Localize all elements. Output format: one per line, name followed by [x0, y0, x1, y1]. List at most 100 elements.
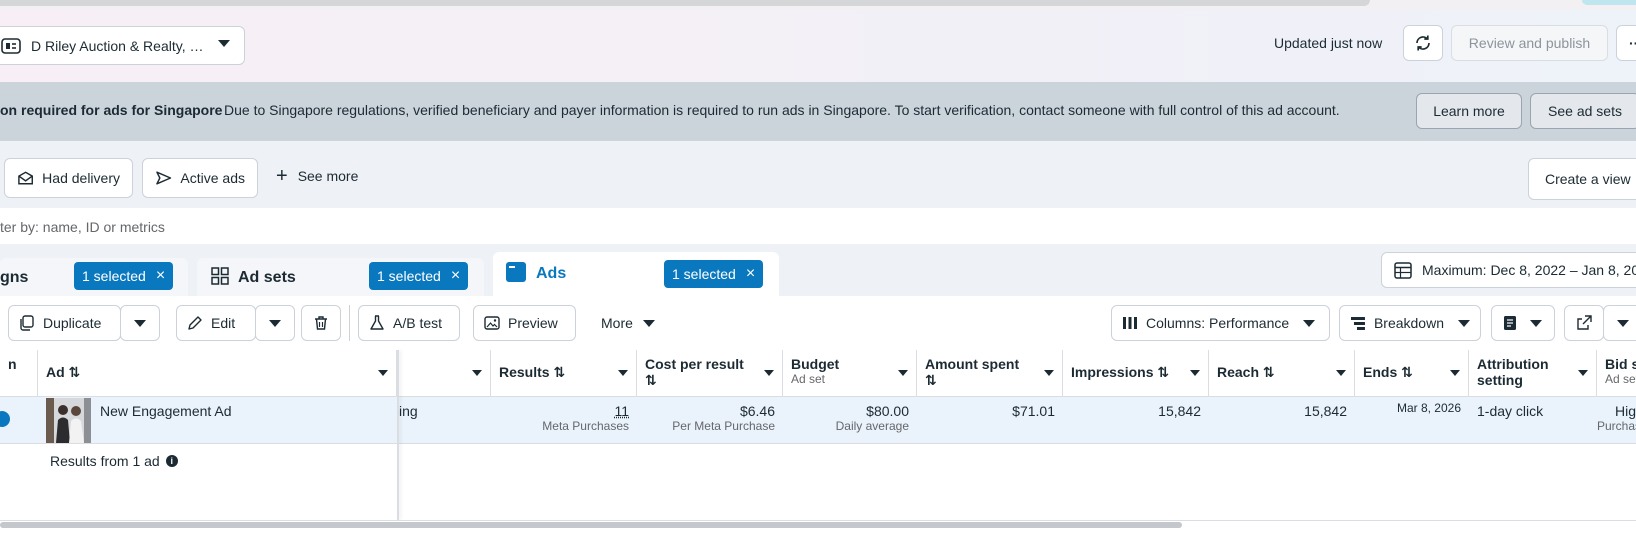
active-ads-chip[interactable]: Active ads [142, 158, 258, 198]
duplicate-label: Duplicate [43, 315, 102, 331]
duplicate-button[interactable]: Duplicate [8, 305, 121, 341]
search-input[interactable]: ter by: name, ID or metrics [0, 208, 1636, 244]
col-header-cost-per-result[interactable]: Cost per result ⇅ [637, 350, 783, 397]
delete-button[interactable] [301, 305, 341, 341]
export-dropdown[interactable] [1603, 305, 1636, 341]
header-label: Ends ⇅ [1363, 364, 1413, 380]
col-header-attribution[interactable]: Attribution setting [1469, 350, 1597, 397]
tab-campaigns[interactable]: gns 1 selected × [0, 258, 188, 296]
selected-badge[interactable]: 1 selected × [369, 262, 469, 290]
banner-message: Due to Singapore regulations, verified b… [224, 102, 1340, 118]
header-label: Ad ⇅ [46, 364, 81, 380]
ab-test-button[interactable]: A/B test [358, 305, 460, 341]
image-icon [484, 316, 500, 330]
chevron-down-icon [269, 319, 281, 327]
account-icon [1, 37, 21, 54]
preview-label: Preview [508, 315, 558, 331]
chevron-down-icon[interactable] [1450, 370, 1460, 376]
update-status: Updated just now [1274, 35, 1383, 51]
preview-button[interactable]: Preview [473, 305, 576, 341]
pencil-icon [188, 316, 202, 330]
col-header-impressions[interactable]: Impressions ⇅ [1063, 350, 1209, 397]
close-icon[interactable]: × [451, 267, 460, 285]
more-actions-button[interactable]: More [601, 315, 655, 331]
send-icon [156, 171, 172, 185]
date-range-label: Maximum: Dec 8, 2022 – Jan 8, 20 [1422, 262, 1636, 278]
more-options-button[interactable]: ··· [1616, 25, 1636, 61]
see-more-label: See more [297, 168, 359, 184]
col-header-budget[interactable]: Budget Ad set [783, 350, 917, 397]
col-header-ends[interactable]: Ends ⇅ [1355, 350, 1469, 397]
account-selector[interactable]: D Riley Auction & Realty, … [0, 26, 245, 65]
breakdown-dropdown[interactable]: Breakdown [1339, 305, 1481, 341]
header-label: Bid st [1605, 356, 1636, 372]
trash-icon [315, 316, 327, 330]
breakdown-icon [1350, 317, 1365, 330]
results-value[interactable]: 11 [491, 403, 629, 419]
col-header-amount-spent[interactable]: Amount spent ⇅ [917, 350, 1063, 397]
banner-title: on required for ads for Singapore [0, 102, 223, 118]
results-cell: 11 Meta Purchases [491, 403, 629, 433]
horizontal-scrollbar[interactable] [0, 522, 1182, 528]
col-header-results[interactable]: Results ⇅ [491, 350, 637, 397]
bid-value: Hig [1615, 403, 1636, 419]
header-label: Cost per result [645, 356, 744, 372]
header-label: Attribution [1477, 356, 1549, 372]
tab-ad-sets[interactable]: Ad sets 1 selected × [197, 258, 484, 296]
delivery-status: ing [399, 403, 418, 419]
tab-ads[interactable]: Ads 1 selected × [493, 252, 779, 296]
col-header-delivery[interactable] [399, 350, 491, 397]
ad-icon [506, 262, 526, 282]
export-button[interactable] [1564, 305, 1604, 341]
bid-sub: Purchas [1597, 419, 1636, 433]
top-pill [1582, 0, 1636, 5]
edit-button[interactable]: Edit [176, 305, 256, 341]
see-ad-sets-button[interactable]: See ad sets [1530, 93, 1636, 129]
table-bottom-border [0, 520, 1636, 521]
chevron-down-icon[interactable] [1578, 370, 1588, 376]
create-view-button[interactable]: Create a view [1528, 158, 1636, 200]
chevron-down-icon[interactable] [1336, 370, 1346, 376]
chevron-down-icon[interactable] [1190, 370, 1200, 376]
col-header-ad[interactable]: Ad ⇅ [38, 350, 397, 397]
see-more-button[interactable]: + See more [276, 166, 359, 186]
chevron-down-icon[interactable] [898, 370, 908, 376]
edit-dropdown[interactable] [255, 305, 295, 341]
ad-thumbnail[interactable] [46, 398, 91, 443]
refresh-button[interactable] [1403, 25, 1443, 61]
reports-dropdown[interactable] [1491, 305, 1555, 341]
chevron-down-icon[interactable] [1044, 370, 1054, 376]
ad-name[interactable]: New Engagement Ad [100, 403, 232, 419]
chevron-down-icon [218, 40, 230, 47]
breakdown-label: Breakdown [1373, 315, 1444, 331]
col-header-off[interactable]: n [0, 350, 38, 397]
chevron-down-icon[interactable] [472, 370, 482, 376]
info-icon[interactable]: i [165, 455, 178, 467]
columns-icon [1123, 317, 1137, 329]
budget-value: $80.00 [866, 403, 909, 419]
chevron-down-icon[interactable] [618, 370, 628, 376]
duplicate-dropdown[interactable] [120, 305, 160, 341]
sort-icon[interactable]: ⇅ [925, 372, 1054, 389]
sort-icon[interactable]: ⇅ [645, 372, 774, 389]
close-icon[interactable]: × [156, 267, 165, 285]
chevron-down-icon [1303, 319, 1316, 327]
review-publish-button[interactable]: Review and publish [1451, 25, 1608, 61]
learn-more-button[interactable]: Learn more [1416, 93, 1522, 129]
duplicate-icon [20, 315, 34, 331]
selected-badge[interactable]: 1 selected × [664, 260, 764, 288]
selected-badge[interactable]: 1 selected × [74, 262, 174, 290]
close-icon[interactable]: × [746, 265, 755, 283]
date-range-picker[interactable]: Maximum: Dec 8, 2022 – Jan 8, 20 [1381, 252, 1636, 288]
col-header-bid-strategy[interactable]: Bid st Ad set [1597, 350, 1636, 397]
chevron-down-icon[interactable] [378, 370, 388, 376]
header-label: Amount spent [925, 356, 1020, 372]
selected-count: 1 selected [82, 268, 146, 284]
columns-dropdown[interactable]: Columns: Performance [1111, 305, 1330, 341]
top-strip [0, 0, 1636, 10]
header-label: Impressions ⇅ [1071, 364, 1170, 380]
col-header-reach[interactable]: Reach ⇅ [1209, 350, 1355, 397]
chevron-down-icon[interactable] [764, 370, 774, 376]
had-delivery-chip[interactable]: Had delivery [4, 158, 133, 198]
budget-cell: $80.00 Daily average [783, 403, 909, 433]
